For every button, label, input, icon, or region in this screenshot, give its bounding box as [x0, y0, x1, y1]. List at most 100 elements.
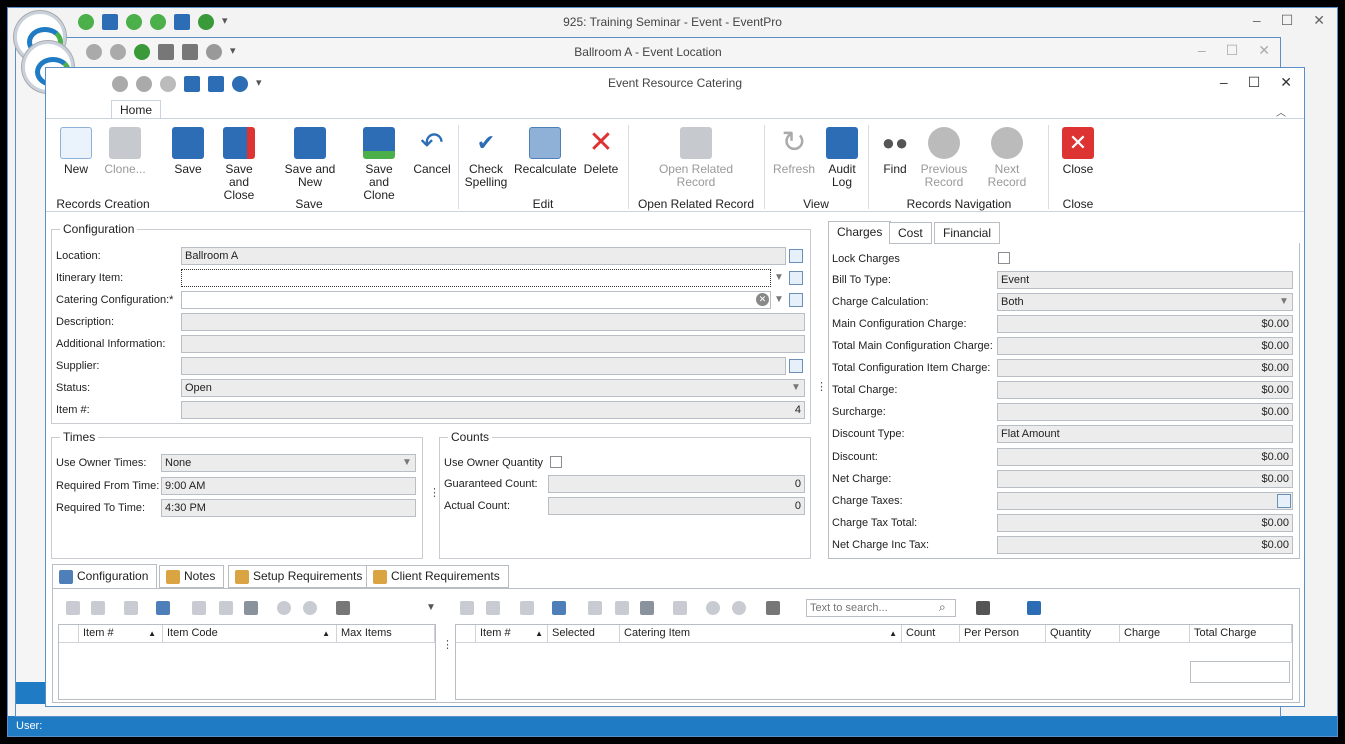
net-charge-field[interactable]: $0.00	[997, 470, 1293, 488]
open-related-record-button[interactable]: Open Related Record	[654, 127, 738, 189]
charge-calculation-select[interactable]: Both	[997, 293, 1293, 311]
save-button[interactable]: Save	[170, 127, 206, 176]
item-number-field[interactable]: 4	[181, 401, 805, 419]
mail-icon[interactable]	[174, 14, 190, 30]
column-header[interactable]: Item # ▲	[476, 625, 548, 643]
tab-charges[interactable]: Charges	[828, 221, 892, 244]
customize-qat-icon[interactable]: ▾	[230, 44, 236, 60]
tab-configuration[interactable]: Configuration	[52, 564, 158, 589]
clock-icon[interactable]	[150, 14, 166, 30]
properties-icon[interactable]	[219, 601, 233, 615]
properties-icon[interactable]	[615, 601, 629, 615]
tab-notes[interactable]: Notes	[159, 565, 225, 588]
clock-icon[interactable]	[126, 14, 142, 30]
discount-field[interactable]: $0.00	[997, 448, 1293, 466]
chevron-down-icon[interactable]: ▼	[426, 602, 436, 613]
up-icon[interactable]	[112, 76, 128, 92]
move-icon[interactable]	[192, 601, 206, 615]
down-icon[interactable]	[110, 44, 126, 60]
total-configuration-item-charge-field[interactable]: $0.00	[997, 359, 1293, 377]
copy-icon[interactable]	[124, 601, 138, 615]
check-spelling-button[interactable]: ✔ Check Spelling	[464, 127, 508, 189]
tab-client-requirements[interactable]: Client Requirements	[366, 565, 509, 588]
chevron-down-icon[interactable]: ▼	[789, 380, 803, 396]
column-header[interactable]: Total Charge	[1190, 625, 1292, 643]
column-header[interactable]: Catering Item ▲	[620, 625, 902, 643]
new-button[interactable]: New	[56, 127, 96, 176]
check-icon[interactable]	[460, 601, 474, 615]
close-icon[interactable]: ✕	[1280, 74, 1292, 91]
undo-icon[interactable]	[206, 44, 222, 60]
lock-charges-checkbox[interactable]	[998, 252, 1010, 264]
column-header[interactable]: Selected	[548, 625, 620, 643]
minimize-icon[interactable]: –	[1220, 74, 1228, 91]
move-up-icon[interactable]	[277, 601, 291, 615]
supplier-field[interactable]	[181, 357, 786, 375]
filter-icon[interactable]	[766, 601, 780, 615]
column-header[interactable]: Charge	[1120, 625, 1190, 643]
refresh-icon[interactable]	[160, 76, 176, 92]
clock-icon[interactable]	[78, 14, 94, 30]
move-down-icon[interactable]	[303, 601, 317, 615]
previous-record-button[interactable]: Previous Record	[918, 127, 970, 189]
collapse-ribbon-icon[interactable]: ︿	[1276, 104, 1286, 119]
charge-tax-total-field[interactable]: $0.00	[997, 514, 1293, 532]
columns-icon[interactable]	[640, 601, 654, 615]
save-icon[interactable]	[184, 76, 200, 92]
discount-type-field[interactable]: Flat Amount	[997, 425, 1293, 443]
chevron-down-icon[interactable]: ▼	[772, 270, 786, 286]
document-icon[interactable]	[102, 14, 118, 30]
close-icon[interactable]: ✕	[1313, 12, 1325, 29]
preview-icon[interactable]	[1027, 601, 1041, 615]
close-icon[interactable]: ✕	[1258, 42, 1270, 59]
refresh-icon[interactable]	[198, 14, 214, 30]
charge-taxes-field[interactable]	[997, 492, 1293, 510]
splitter-handle[interactable]: ⋮	[442, 638, 453, 651]
save-icon[interactable]	[158, 44, 174, 60]
required-to-time-field[interactable]: 4:30 PM	[161, 499, 416, 517]
move-down-icon[interactable]	[732, 601, 746, 615]
refresh-button[interactable]: ↻ Refresh	[770, 127, 818, 176]
column-header[interactable]: Item Code ▲	[163, 625, 337, 643]
total-main-configuration-charge-field[interactable]: $0.00	[997, 337, 1293, 355]
move-icon[interactable]	[588, 601, 602, 615]
save-close-icon[interactable]	[208, 76, 224, 92]
customize-qat-icon[interactable]: ▾	[256, 76, 262, 92]
filter-icon[interactable]	[336, 601, 350, 615]
save-and-new-button[interactable]: Save and New	[272, 127, 348, 189]
save-and-clone-button[interactable]: Save and Clone	[354, 127, 404, 202]
net-charge-inc-tax-field[interactable]: $0.00	[997, 536, 1293, 554]
move-up-icon[interactable]	[706, 601, 720, 615]
refresh-icon[interactable]	[134, 44, 150, 60]
minimize-icon[interactable]: –	[1198, 42, 1206, 59]
audit-log-button[interactable]: Audit Log	[824, 127, 860, 189]
next-record-button[interactable]: Next Record	[974, 127, 1040, 189]
uncheck-icon[interactable]	[486, 601, 500, 615]
chevron-down-icon[interactable]: ▼	[1277, 294, 1291, 310]
add-items-icon[interactable]	[552, 601, 566, 615]
description-field[interactable]	[181, 313, 805, 331]
ribbon-tab-home[interactable]: Home	[111, 100, 162, 120]
required-from-time-field[interactable]: 9:00 AM	[161, 477, 416, 495]
undo-icon[interactable]	[232, 76, 248, 92]
minimize-icon[interactable]: –	[1253, 12, 1261, 29]
tab-cost[interactable]: Cost	[889, 222, 932, 244]
lookup-icon[interactable]	[789, 271, 803, 285]
lookup-icon[interactable]	[789, 359, 803, 373]
status-select[interactable]: Open	[181, 379, 805, 397]
catering-configuration-field[interactable]	[181, 291, 771, 309]
up-icon[interactable]	[86, 44, 102, 60]
cancel-button[interactable]: ↶ Cancel	[412, 127, 452, 176]
clear-icon[interactable]: ✕	[756, 293, 769, 306]
total-charge-field[interactable]: $0.00	[997, 381, 1293, 399]
clone-button[interactable]: Clone...	[102, 127, 148, 176]
guaranteed-count-field[interactable]: 0	[548, 475, 805, 493]
lookup-icon[interactable]	[789, 293, 803, 307]
lookup-icon[interactable]	[1277, 494, 1291, 508]
itinerary-item-field[interactable]	[181, 269, 771, 287]
save-close-icon[interactable]	[182, 44, 198, 60]
splitter-handle[interactable]: ⋮	[816, 380, 827, 393]
copy-icon[interactable]	[520, 601, 534, 615]
additional-information-field[interactable]	[181, 335, 805, 353]
delete-button[interactable]: ✕ Delete	[582, 127, 620, 176]
